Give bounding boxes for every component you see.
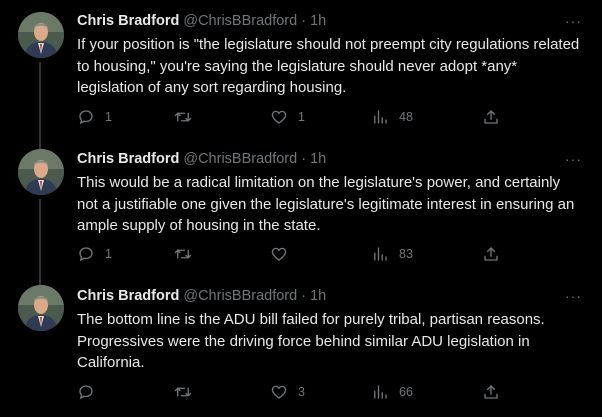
- views-icon: [374, 110, 387, 124]
- tweet-text: This would be a radical limitation on th…: [77, 174, 575, 234]
- retweet-button[interactable]: [173, 244, 203, 264]
- timestamp[interactable]: 1h: [310, 151, 326, 167]
- reply-count: 1: [105, 247, 112, 261]
- views-button[interactable]: 83: [371, 244, 413, 264]
- author-handle[interactable]: @ChrisBBradford: [183, 151, 297, 167]
- separator-dot: ·: [301, 13, 307, 29]
- reply-count: 1: [105, 110, 112, 124]
- heart-icon: [271, 110, 287, 124]
- avatar[interactable]: [18, 149, 64, 195]
- more-options-icon[interactable]: ···: [565, 152, 582, 166]
- more-options-icon[interactable]: ···: [565, 14, 582, 28]
- reply-button[interactable]: 1: [77, 244, 112, 264]
- tweet-header: Chris Bradford @ChrisBBradford · 1h: [77, 12, 582, 30]
- tweet[interactable]: Chris Bradford @ChrisBBradford · 1h ··· …: [0, 273, 602, 417]
- views-count: 48: [399, 110, 413, 124]
- timestamp[interactable]: 1h: [310, 13, 326, 29]
- share-button[interactable]: [482, 107, 500, 127]
- tweet-text: If your position is "the legislature sho…: [77, 36, 580, 96]
- separator-dot: ·: [301, 151, 307, 167]
- reply-button[interactable]: [77, 382, 105, 402]
- author-name[interactable]: Chris Bradford: [77, 13, 179, 29]
- avatar[interactable]: [18, 285, 64, 331]
- tweet-text: The bottom line is the ADU bill failed f…: [77, 311, 545, 371]
- retweet-icon: [174, 112, 192, 122]
- like-count: 1: [298, 110, 305, 124]
- author-handle[interactable]: @ChrisBBradford: [183, 13, 297, 29]
- reply-icon: [79, 110, 93, 125]
- tweet-header: Chris Bradford @ChrisBBradford · 1h: [77, 287, 582, 305]
- like-button[interactable]: 3: [270, 382, 305, 402]
- heart-icon: [271, 247, 287, 261]
- heart-icon: [271, 385, 287, 399]
- author-name[interactable]: Chris Bradford: [77, 151, 179, 167]
- tweet[interactable]: Chris Bradford @ChrisBBradford · 1h ··· …: [0, 137, 602, 273]
- share-button[interactable]: [482, 244, 500, 264]
- reply-icon: [79, 385, 93, 400]
- reply-icon: [79, 247, 93, 262]
- retweet-button[interactable]: [173, 107, 203, 127]
- views-icon: [374, 247, 387, 261]
- timestamp[interactable]: 1h: [310, 288, 326, 304]
- tweet-header: Chris Bradford @ChrisBBradford · 1h: [77, 150, 582, 168]
- views-count: 66: [399, 385, 413, 399]
- share-icon: [484, 110, 498, 124]
- share-icon: [484, 247, 498, 261]
- views-button[interactable]: 48: [371, 107, 413, 127]
- reply-button[interactable]: 1: [77, 107, 112, 127]
- author-handle[interactable]: @ChrisBBradford: [183, 288, 297, 304]
- tweet-thread: Chris Bradford @ChrisBBradford · 1h ··· …: [0, 0, 602, 417]
- avatar[interactable]: [18, 12, 64, 58]
- like-button[interactable]: [270, 244, 298, 264]
- share-icon: [484, 385, 498, 399]
- views-count: 83: [399, 247, 413, 261]
- retweet-icon: [174, 249, 192, 259]
- like-button[interactable]: 1: [270, 107, 305, 127]
- more-options-icon[interactable]: ···: [565, 289, 582, 303]
- separator-dot: ·: [301, 288, 307, 304]
- tweet-actions: 1 1 48: [77, 107, 507, 127]
- share-button[interactable]: [482, 382, 500, 402]
- author-name[interactable]: Chris Bradford: [77, 288, 179, 304]
- tweet-actions: 1 83: [77, 244, 507, 264]
- like-count: 3: [298, 385, 305, 399]
- views-button[interactable]: 66: [371, 382, 413, 402]
- retweet-button[interactable]: [173, 382, 203, 402]
- views-icon: [374, 385, 387, 399]
- tweet[interactable]: Chris Bradford @ChrisBBradford · 1h ··· …: [0, 0, 602, 137]
- retweet-icon: [174, 387, 192, 397]
- tweet-actions: 3 66: [77, 382, 507, 402]
